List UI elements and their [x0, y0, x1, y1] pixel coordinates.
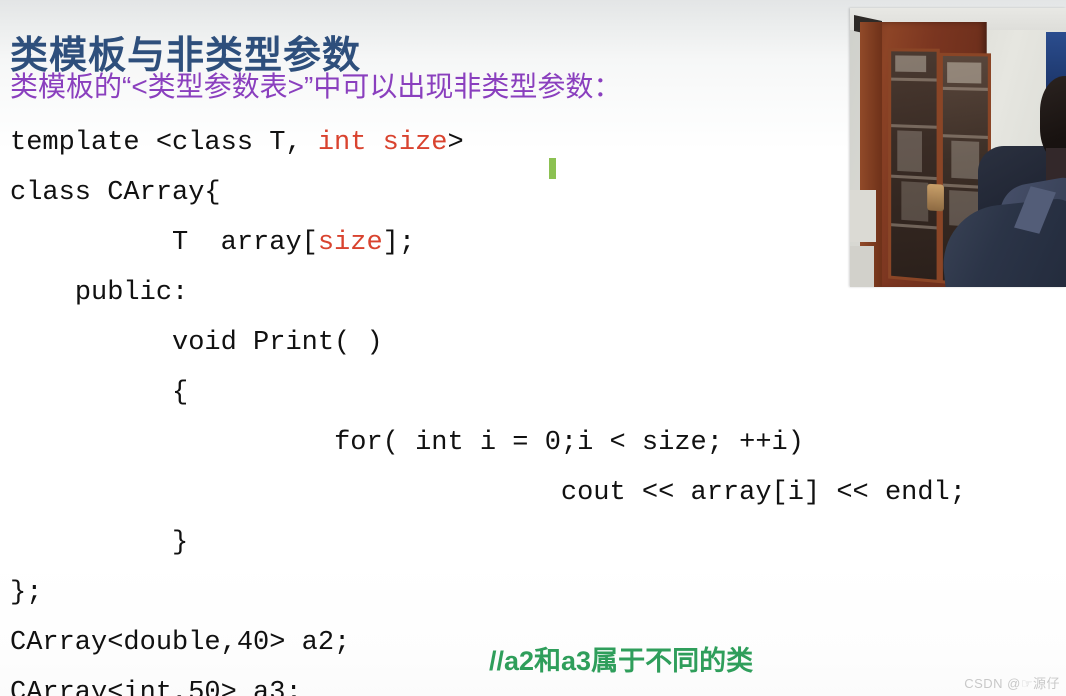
- video-shelf: [891, 124, 937, 129]
- code-token: template <class T,: [10, 128, 318, 158]
- code-token: T array[: [172, 228, 318, 258]
- code-token: >: [447, 128, 464, 158]
- code-token: {: [172, 378, 189, 408]
- video-shelf: [942, 86, 988, 91]
- code-token: for( int i = 0;i < size; ++i): [334, 428, 804, 458]
- code-token: CArray<double,40> a2;: [10, 628, 351, 658]
- csdn-watermark: CSDN @☞源仔: [964, 676, 1060, 691]
- video-white-object: [850, 246, 874, 287]
- slide-subtitle: 类模板的“<类型参数表>”中可以出现非类型参数：: [10, 71, 622, 102]
- code-token: size: [317, 228, 383, 258]
- code-token: cout << array[i] << endl;: [560, 478, 966, 508]
- video-cabinet-handle: [927, 183, 944, 212]
- video-shelf: [891, 223, 937, 230]
- video-white-object: [850, 190, 876, 242]
- code-token: public:: [74, 278, 189, 308]
- video-book: [895, 55, 927, 73]
- code-token: void Print( ): [172, 328, 383, 358]
- video-shelf: [891, 174, 937, 181]
- code-line: };: [10, 568, 1050, 618]
- code-token: };: [10, 578, 43, 608]
- video-book: [901, 181, 929, 222]
- code-line: void Print( ): [10, 318, 1050, 368]
- instructor-video-overlay[interactable]: [850, 8, 1066, 287]
- code-token: ];: [382, 228, 416, 258]
- code-token: }: [172, 528, 189, 558]
- text-caret-marker: [549, 158, 556, 179]
- presentation-slide: 类模板与非类型参数 类模板的“<类型参数表>”中可以出现非类型参数： templ…: [0, 0, 1066, 696]
- video-shelf: [891, 77, 937, 82]
- code-line: for( int i = 0;i < size; ++i): [10, 418, 1050, 468]
- code-token: int size: [317, 128, 448, 158]
- code-token: CArray<int,50> a3;: [10, 678, 302, 696]
- video-bookcase-glass-left: [888, 48, 940, 284]
- code-line: }: [10, 518, 1050, 568]
- code-line: cout << array[i] << endl;: [10, 468, 1050, 518]
- code-line: {: [10, 368, 1050, 418]
- green-comment-annotation: //a2和a3属于不同的类: [489, 646, 754, 676]
- video-shelf: [942, 134, 988, 140]
- video-book: [947, 62, 982, 84]
- video-book: [951, 140, 980, 180]
- code-token: class CArray{: [10, 178, 221, 208]
- video-book: [897, 130, 922, 173]
